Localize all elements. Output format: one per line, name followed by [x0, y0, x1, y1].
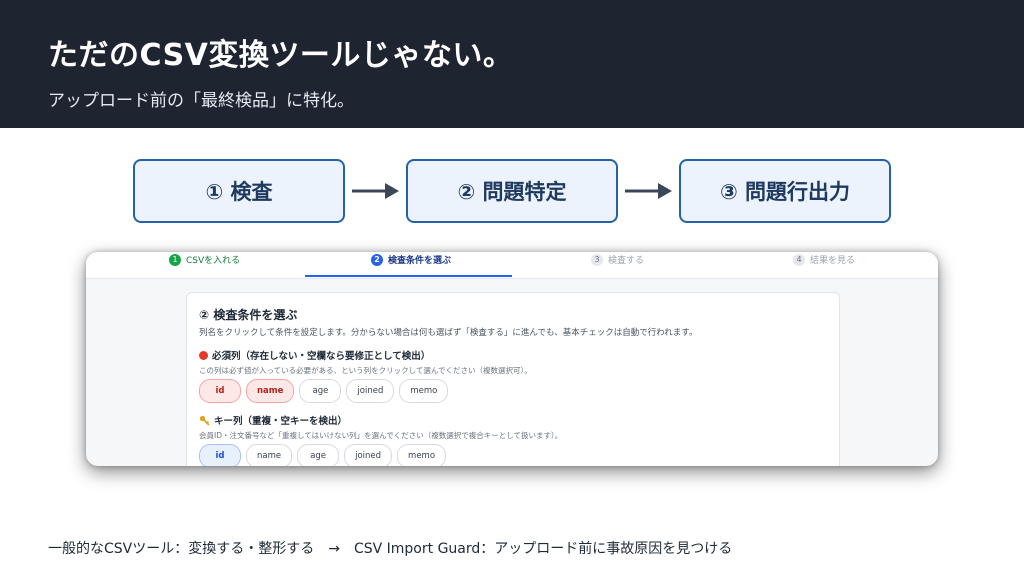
- column-chip-memo[interactable]: memo: [399, 379, 449, 403]
- column-chip-age[interactable]: age: [299, 379, 342, 403]
- stepper-step-upload[interactable]: 1 CSVを入れる: [169, 253, 240, 266]
- column-chip-joined[interactable]: joined: [346, 379, 395, 403]
- stepper-step-conditions[interactable]: 2 検査条件を選ぶ: [371, 253, 451, 266]
- key-title-text: キー列（重複・空キーを検出）: [214, 416, 348, 427]
- wizard-stepper: 1 CSVを入れる 2 検査条件を選ぶ 3 検査する 4 結果を見る: [86, 252, 938, 279]
- column-chip-id[interactable]: id: [199, 444, 241, 466]
- right-arrow-icon: [625, 183, 672, 199]
- conditions-card: ② 検査条件を選ぶ 列名をクリックして条件を設定します。分からない場合は何も選ば…: [186, 292, 840, 466]
- stepper-step-inspect[interactable]: 3 検査する: [591, 253, 644, 266]
- column-chip-age[interactable]: age: [297, 444, 340, 466]
- column-chip-id[interactable]: id: [199, 379, 241, 403]
- slide-title: ただのCSV変換ツールじゃない。: [48, 38, 514, 73]
- column-chip-name[interactable]: name: [246, 444, 293, 466]
- key-section-description: 会員ID・注文番号など「重複してはいけない列」を選んでください（複数選択で複合キ…: [199, 431, 563, 440]
- flow-step-identify: ② 問題特定: [406, 159, 618, 223]
- key-icon: [199, 415, 210, 426]
- step-number: 3: [591, 253, 603, 266]
- card-description: 列名をクリックして条件を設定します。分からない場合は何も選ばず「検査する」に進ん…: [199, 328, 698, 338]
- slide-header: ただのCSV変換ツールじゃない。 アップロード前の「最終検品」に特化。: [0, 0, 1024, 128]
- step-number: 1: [169, 253, 181, 266]
- flow-step-inspect: ① 検査: [133, 159, 345, 223]
- step-label: 結果を見る: [810, 256, 856, 266]
- column-chip-memo[interactable]: memo: [397, 444, 447, 466]
- slide-subtitle: アップロード前の「最終検品」に特化。: [48, 91, 354, 111]
- footer-comparison: 一般的なCSVツール：変換する・整形する → CSV Import Guard：…: [48, 541, 733, 557]
- column-chip-joined[interactable]: joined: [344, 444, 393, 466]
- step-number: 2: [371, 253, 383, 266]
- step-label: CSVを入れる: [186, 256, 241, 266]
- key-section-title: キー列（重複・空キーを検出）: [199, 413, 347, 427]
- card-title: ② 検査条件を選ぶ: [199, 308, 298, 322]
- stepper-step-results[interactable]: 4 結果を見る: [793, 253, 855, 266]
- step-label: 検査する: [608, 256, 645, 266]
- step-number: 4: [793, 253, 805, 266]
- right-arrow-icon: [352, 183, 399, 199]
- required-title-text: 必須列（存在しない・空欄なら要修正として検出）: [212, 351, 431, 362]
- step-label: 検査条件を選ぶ: [388, 256, 452, 266]
- red-circle-icon: [199, 350, 208, 360]
- active-step-indicator: [305, 275, 512, 277]
- key-column-chips: id name age joined memo: [199, 444, 447, 466]
- flow-step-output: ③ 問題行出力: [679, 159, 891, 223]
- required-column-chips: id name age joined memo: [199, 379, 449, 403]
- required-section-description: この列は必ず値が入っている必要がある、という列をクリックして選んでください（複数…: [199, 366, 532, 375]
- column-chip-name[interactable]: name: [246, 379, 295, 403]
- required-section-title: 必須列（存在しない・空欄なら要修正として検出）: [199, 348, 430, 362]
- app-screenshot: 1 CSVを入れる 2 検査条件を選ぶ 3 検査する 4 結果を見る ② 検査条…: [86, 252, 938, 466]
